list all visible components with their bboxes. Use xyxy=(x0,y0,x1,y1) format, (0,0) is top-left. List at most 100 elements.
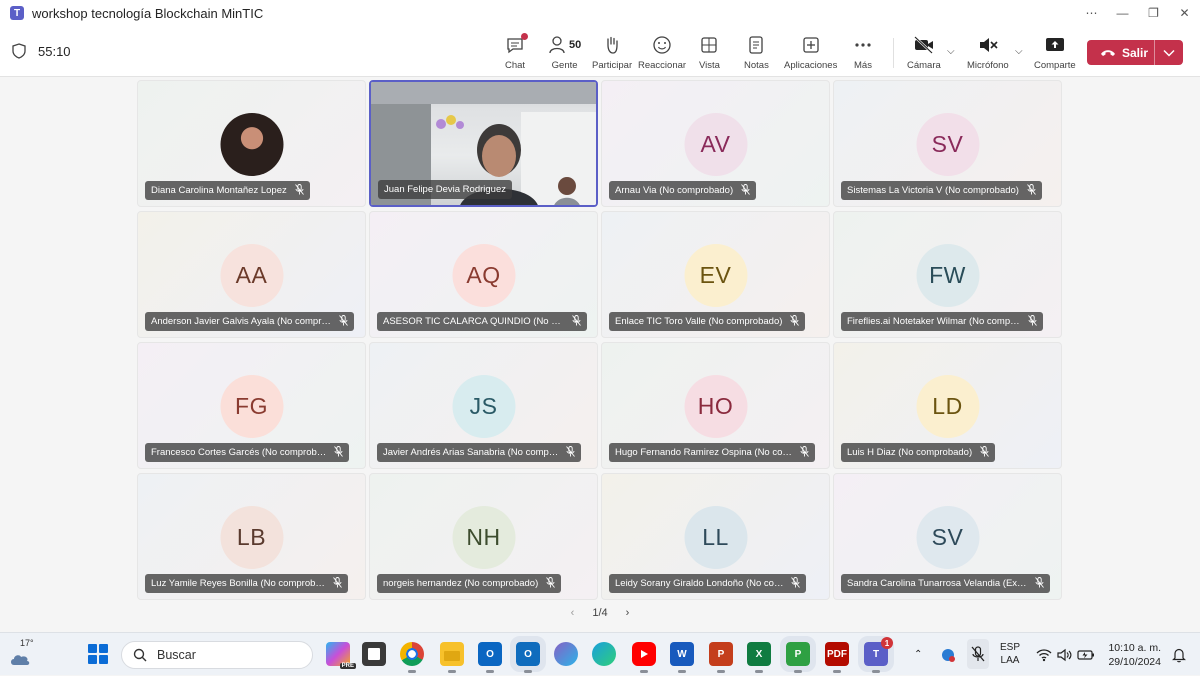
apps-label: Aplicaciones xyxy=(784,60,838,71)
volume-icon[interactable] xyxy=(1057,633,1073,676)
participant-tile[interactable]: HO Hugo Fernando Ramirez Ospina (No co… xyxy=(601,342,830,469)
teams-notification-badge: 1 xyxy=(881,637,893,649)
participant-tile[interactable]: LL Leidy Sorany Giraldo Londoño (No co… xyxy=(601,473,830,600)
more-options-icon[interactable]: ⋯ xyxy=(1076,0,1107,26)
more-button[interactable]: Más xyxy=(853,34,873,71)
people-button[interactable]: 50 Gente xyxy=(548,34,581,71)
title-bar: T workshop tecnología Blockchain MinTIC … xyxy=(0,0,1200,26)
people-count: 50 xyxy=(569,39,582,51)
copilot-icon[interactable]: PRE xyxy=(326,642,356,669)
participant-name: Enlace TIC Toro Valle (No comprobado) xyxy=(615,316,783,327)
notes-icon xyxy=(749,36,764,54)
participant-tile[interactable]: NH norgeis hernandez (No comprobado) xyxy=(369,473,598,600)
participant-tile[interactable]: Juan Felipe Devia Rodriguez xyxy=(369,80,598,207)
participant-tile[interactable]: Diana Carolina Montañez Lopez xyxy=(137,80,366,207)
camera-options-chevron-icon[interactable]: ⌵ xyxy=(947,46,955,57)
next-page-chevron-icon[interactable]: › xyxy=(626,607,630,619)
camera-button[interactable]: Cámara xyxy=(907,34,941,71)
mic-muted-icon xyxy=(334,445,344,460)
word-icon[interactable]: W xyxy=(670,642,694,673)
tray-app-icon[interactable] xyxy=(940,633,956,676)
participant-tile[interactable]: SV Sistemas La Victoria V (No comprobado) xyxy=(833,80,1062,207)
window-controls: ⋯ — ❐ ✕ xyxy=(1076,0,1200,26)
leave-button[interactable]: Salir xyxy=(1087,40,1183,65)
participant-name: Juan Felipe Devia Rodriguez xyxy=(384,184,506,195)
participant-tile[interactable]: FG Francesco Cortes Garcés (No comprob… xyxy=(137,342,366,469)
mic-muted-icon xyxy=(339,314,348,329)
mic-muted-icon xyxy=(1027,314,1037,329)
share-button[interactable]: Comparte xyxy=(1034,34,1076,71)
notifications-bell-icon[interactable] xyxy=(1172,633,1186,676)
windows-start-icon[interactable] xyxy=(88,644,108,664)
restore-button[interactable]: ❐ xyxy=(1138,0,1169,26)
mic-muted-tray-icon[interactable] xyxy=(967,639,989,669)
mic-muted-icon xyxy=(800,445,809,460)
participant-tile[interactable]: EV Enlace TIC Toro Valle (No comprobado) xyxy=(601,211,830,338)
participant-name-tag: Hugo Fernando Ramirez Ospina (No co… xyxy=(609,443,815,462)
participant-name-tag: Javier Andrés Arias Sanabria (No comp… xyxy=(377,443,582,462)
edge-icon[interactable] xyxy=(592,642,616,666)
react-button[interactable]: Reaccionar xyxy=(638,34,686,71)
participant-tile[interactable]: AA Anderson Javier Galvis Ayala (No compr… xyxy=(137,211,366,338)
raise-hand-button[interactable]: Participar xyxy=(592,34,632,71)
apps-button[interactable]: Aplicaciones xyxy=(784,34,837,71)
participant-tile[interactable]: LB Luz Yamile Reyes Bonilla (No comprob… xyxy=(137,473,366,600)
project-app-icon[interactable]: P xyxy=(780,636,816,673)
camera-off-icon xyxy=(914,36,933,54)
participant-name: Luz Yamile Reyes Bonilla (No comprob… xyxy=(151,578,325,589)
task-view-icon[interactable] xyxy=(362,642,386,666)
minimize-button[interactable]: — xyxy=(1107,0,1138,26)
show-hidden-icons-chevron-icon[interactable]: ⌃ xyxy=(914,633,922,676)
participant-name-tag: Enlace TIC Toro Valle (No comprobado) xyxy=(609,312,806,331)
chrome-icon[interactable] xyxy=(400,642,424,673)
close-button[interactable]: ✕ xyxy=(1169,0,1200,26)
participant-name-tag: Fireflies.ai Notetaker Wilmar (No comp… xyxy=(841,312,1043,331)
mic-button[interactable]: Micrófono xyxy=(967,34,1009,71)
notes-button[interactable]: Notas xyxy=(744,34,769,71)
participant-tile[interactable]: SV Sandra Carolina Tunarrosa Velandia (Ex… xyxy=(833,473,1062,600)
avatar-initials: FG xyxy=(220,375,283,438)
outlook-icon[interactable]: O xyxy=(478,642,502,673)
speaker-muted-icon xyxy=(979,38,998,52)
participant-name-tag: Anderson Javier Galvis Ayala (No compr… xyxy=(145,312,354,331)
avatar-initials: FW xyxy=(916,244,979,307)
prev-page-chevron-icon[interactable]: ‹ xyxy=(571,607,575,619)
participant-tile[interactable]: LD Luis H Diaz (No comprobado) xyxy=(833,342,1062,469)
youtube-icon[interactable] xyxy=(632,642,656,673)
battery-icon[interactable] xyxy=(1077,633,1095,676)
system-clock[interactable]: 10:10 a. m. 29/10/2024 xyxy=(1101,641,1161,669)
participant-tile[interactable]: AV Arnau Via (No comprobado) xyxy=(601,80,830,207)
copilot-app-icon[interactable] xyxy=(554,642,578,666)
leave-label: Salir xyxy=(1122,45,1149,60)
participant-name: Sistemas La Victoria V (No comprobado) xyxy=(847,185,1019,196)
file-explorer-icon[interactable] xyxy=(440,642,464,673)
leave-options-chevron-icon[interactable] xyxy=(1155,49,1183,57)
powerpoint-icon[interactable]: P xyxy=(709,642,733,673)
leave-main[interactable]: Salir xyxy=(1087,40,1155,65)
avatar-initials: SV xyxy=(916,506,979,569)
participant-tile[interactable]: FW Fireflies.ai Notetaker Wilmar (No comp… xyxy=(833,211,1062,338)
outlook-new-icon[interactable]: O xyxy=(510,636,546,673)
mic-muted-icon xyxy=(790,314,800,329)
meeting-stage: Diana Carolina Montañez Lopez Juan Felipe… xyxy=(0,77,1200,637)
more-icon xyxy=(855,43,871,47)
chat-button[interactable]: Chat xyxy=(505,33,529,71)
pdf-app-icon[interactable]: PDF xyxy=(825,642,849,673)
mic-muted-icon xyxy=(546,576,556,591)
excel-icon[interactable]: X xyxy=(747,642,771,673)
view-button[interactable]: Vista xyxy=(699,34,720,71)
mic-options-chevron-icon[interactable]: ⌵ xyxy=(1015,46,1023,57)
input-language[interactable]: ESP LAA xyxy=(1000,641,1020,667)
participant-tile[interactable]: JS Javier Andrés Arias Sanabria (No comp… xyxy=(369,342,598,469)
preview-badge: PRE xyxy=(339,663,356,669)
participant-name: Fireflies.ai Notetaker Wilmar (No comp… xyxy=(847,316,1020,327)
hang-up-icon xyxy=(1101,49,1115,56)
taskbar-search[interactable]: Buscar xyxy=(121,641,313,669)
participant-name-tag: Arnau Via (No comprobado) xyxy=(609,181,757,200)
weather-widget[interactable]: 17° xyxy=(8,638,38,669)
participant-name-tag: Sandra Carolina Tunarrosa Velandia (Ex… xyxy=(841,574,1050,593)
teams-taskbar-icon[interactable]: T1 xyxy=(858,636,894,673)
participant-tile[interactable]: AQ ASESOR TIC CALARCA QUINDIO (No c… xyxy=(369,211,598,338)
wifi-icon[interactable] xyxy=(1036,633,1052,676)
participant-name: Javier Andrés Arias Sanabria (No comp… xyxy=(383,447,559,458)
